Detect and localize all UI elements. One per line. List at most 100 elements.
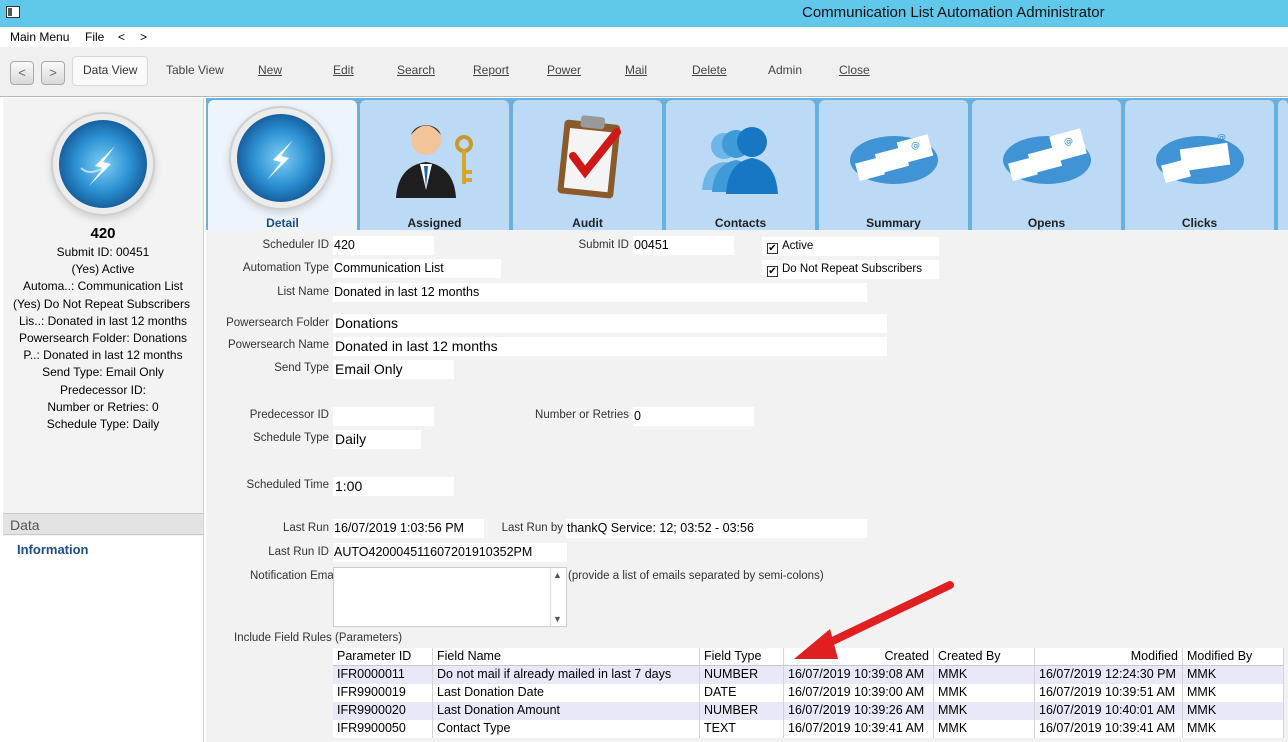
window-title: Communication List Automation Administra… — [802, 4, 1105, 21]
search-button[interactable]: Search — [397, 63, 435, 77]
mail-button[interactable]: Mail — [625, 63, 647, 77]
column-header-field-name[interactable]: Field Name — [433, 648, 700, 666]
data-view-button[interactable]: Data View — [72, 56, 149, 86]
do-not-repeat-label: Do Not Repeat Subscribers — [782, 263, 922, 275]
red-arrow-annotation — [794, 581, 954, 659]
cell-created: 16/07/2019 10:39:26 AM — [784, 702, 934, 720]
column-header-parameter-id[interactable]: Parameter ID — [333, 648, 433, 666]
tab-audit[interactable]: Audit — [513, 100, 662, 230]
number-of-retries-field[interactable]: 0 — [633, 407, 754, 426]
menu-file[interactable]: File — [85, 30, 104, 44]
sidebar-line: Schedule Type: Daily — [46, 417, 160, 432]
scroll-up-icon[interactable]: ▲ — [553, 570, 562, 580]
textarea-scrollbar[interactable]: ▲ ▼ — [550, 568, 566, 626]
column-header-modified-by[interactable]: Modified By — [1183, 648, 1284, 666]
close-button[interactable]: Close — [839, 63, 870, 77]
tab-clicks[interactable]: @ Clicks — [1125, 100, 1274, 230]
user-key-icon — [396, 125, 473, 198]
sidebar-line: (Yes) Active — [71, 262, 135, 277]
cell-field-name: Last Donation Amount — [433, 702, 700, 720]
table-row[interactable]: IFR0000011 Do not mail if already mailed… — [333, 666, 1284, 684]
submit-id-field[interactable]: 00451 — [633, 236, 734, 255]
menu-forward[interactable]: > — [140, 30, 147, 44]
cell-modified: 16/07/2019 10:40:01 AM — [1035, 702, 1183, 720]
cell-parameter-id: IFR9900050 — [333, 720, 433, 738]
sidebar-line: Automa..: Communication List — [22, 279, 184, 294]
edit-button[interactable]: Edit — [333, 63, 354, 77]
powersearch-name-field[interactable]: Donated in last 12 months — [333, 337, 887, 356]
sidebar-section-data[interactable]: Data — [3, 513, 203, 535]
svg-text:@: @ — [911, 141, 920, 151]
scroll-down-icon[interactable]: ▼ — [553, 614, 562, 624]
cell-modified: 16/07/2019 12:24:30 PM — [1035, 666, 1183, 684]
sidebar-line: Predecessor ID: — [59, 382, 147, 397]
schedule-type-field[interactable]: Daily — [333, 430, 421, 449]
table-row[interactable]: IFR9900019 Last Donation Date DATE 16/07… — [333, 684, 1284, 702]
powersearch-folder-field[interactable]: Donations — [333, 314, 887, 333]
list-name-label: List Name — [277, 286, 329, 298]
detail-orb-icon — [237, 114, 325, 202]
column-header-field-type[interactable]: Field Type — [700, 648, 784, 666]
report-button[interactable]: Report — [473, 63, 509, 77]
cell-parameter-id: IFR9900020 — [333, 702, 433, 720]
tab-label: Summary — [866, 216, 921, 230]
power-button[interactable]: Power — [547, 63, 581, 77]
menu-main-menu[interactable]: Main Menu — [10, 30, 69, 44]
email-clicks-icon: @ — [1156, 133, 1244, 184]
cell-field-type: DATE — [700, 684, 784, 702]
last-run-id-field[interactable]: AUTO420004511607201910352PM — [333, 543, 567, 562]
admin-button[interactable]: Admin — [768, 63, 802, 77]
delete-button[interactable]: Delete — [692, 63, 727, 77]
cell-field-name: Last Donation Date — [433, 684, 700, 702]
tab-overflow[interactable] — [1278, 100, 1288, 230]
tab-label: Audit — [572, 216, 603, 230]
notification-email-textarea[interactable]: ▲ ▼ — [333, 567, 567, 627]
cell-created-by: MMK — [934, 720, 1035, 738]
table-view-button[interactable]: Table View — [166, 63, 224, 77]
include-field-rules-label: Include Field Rules (Parameters) — [234, 632, 403, 644]
notification-email-hint: (provide a list of emails separated by s… — [568, 570, 824, 582]
sidebar-link-information[interactable]: Information — [17, 542, 89, 557]
table-row[interactable]: IFR9900020 Last Donation Amount NUMBER 1… — [333, 702, 1284, 720]
number-of-retries-label: Number or Retries — [535, 409, 629, 421]
submit-id-label: Submit ID — [578, 239, 630, 251]
column-header-modified[interactable]: Modified — [1035, 648, 1183, 666]
sidebar-line: Powersearch Folder: Donations — [18, 331, 188, 346]
cell-field-name: Contact Type — [433, 720, 700, 738]
cell-created: 16/07/2019 10:39:00 AM — [784, 684, 934, 702]
tab-opens[interactable]: @ Opens — [972, 100, 1121, 230]
predecessor-id-field[interactable] — [333, 407, 434, 426]
last-run-field[interactable]: 16/07/2019 1:03:56 PM — [333, 519, 484, 538]
sidebar-line: Number or Retries: 0 — [47, 399, 159, 414]
notification-email-label: Notification Email(s) — [250, 570, 336, 582]
clipboard-check-icon — [557, 115, 621, 199]
cell-modified-by: MMK — [1183, 720, 1284, 738]
sidebar-links: Information — [3, 536, 203, 742]
scheduled-time-field[interactable]: 1:00 — [333, 477, 454, 496]
back-button[interactable]: < — [10, 61, 34, 85]
tab-label: Contacts — [714, 216, 767, 230]
tab-label: Opens — [1027, 216, 1066, 230]
tab-label: Detail — [266, 216, 299, 230]
email-summary-icon: @ — [850, 134, 938, 184]
tab-detail[interactable]: Detail — [208, 100, 357, 230]
tab-contacts[interactable]: Contacts — [666, 100, 815, 230]
predecessor-id-label: Predecessor ID — [249, 409, 329, 421]
cell-modified-by: MMK — [1183, 702, 1284, 720]
last-run-by-field[interactable]: thankQ Service: 12; 03:52 - 03:56 — [566, 519, 867, 538]
tab-assigned[interactable]: Assigned — [360, 100, 509, 230]
new-button[interactable]: New — [258, 63, 282, 77]
scheduler-id-field[interactable]: 420 — [333, 236, 434, 255]
tab-summary[interactable]: @ Summary — [819, 100, 968, 230]
sidebar-line: Send Type: Email Only — [42, 365, 164, 380]
menu-back[interactable]: < — [118, 30, 125, 44]
table-row[interactable]: IFR9900050 Contact Type TEXT 16/07/2019 … — [333, 720, 1284, 738]
automation-type-field[interactable]: Communication List — [333, 259, 501, 278]
list-name-field[interactable]: Donated in last 12 months — [333, 283, 867, 302]
app-icon[interactable] — [6, 6, 20, 18]
send-type-field[interactable]: Email Only — [333, 360, 454, 379]
forward-button[interactable]: > — [41, 61, 65, 85]
active-checkbox[interactable]: ✔ Active — [762, 237, 939, 256]
do-not-repeat-checkbox[interactable]: ✔ Do Not Repeat Subscribers — [762, 260, 939, 279]
schedule-type-label: Schedule Type — [253, 432, 329, 444]
